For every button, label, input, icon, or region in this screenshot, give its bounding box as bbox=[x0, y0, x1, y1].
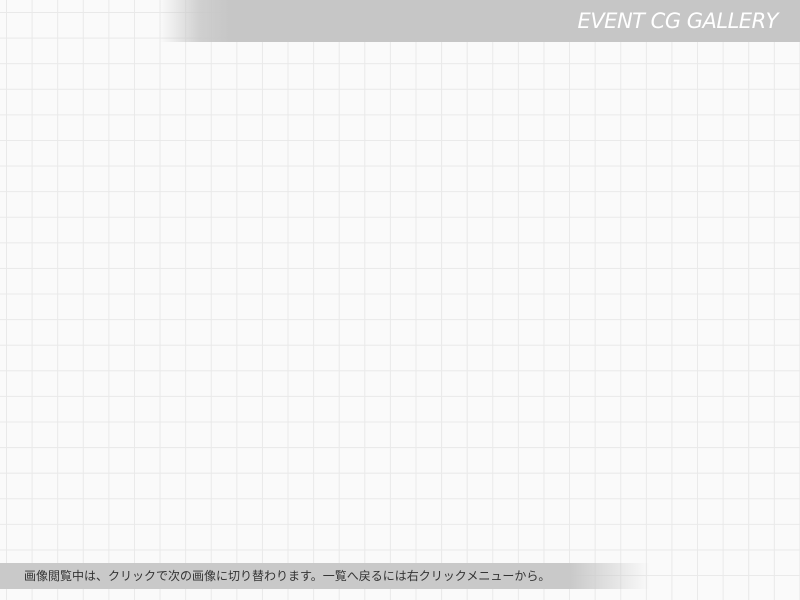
grid-background[interactable] bbox=[0, 0, 800, 600]
gallery-title: EVENT CG GALLERY bbox=[577, 9, 779, 33]
hint-text: 画像閲覧中は、クリックで次の画像に切り替わります。一覧へ戻るには右クリックメニュ… bbox=[24, 569, 551, 583]
hint-banner: 画像閲覧中は、クリックで次の画像に切り替わります。一覧へ戻るには右クリックメニュ… bbox=[0, 563, 650, 589]
title-banner: EVENT CG GALLERY bbox=[160, 0, 800, 42]
